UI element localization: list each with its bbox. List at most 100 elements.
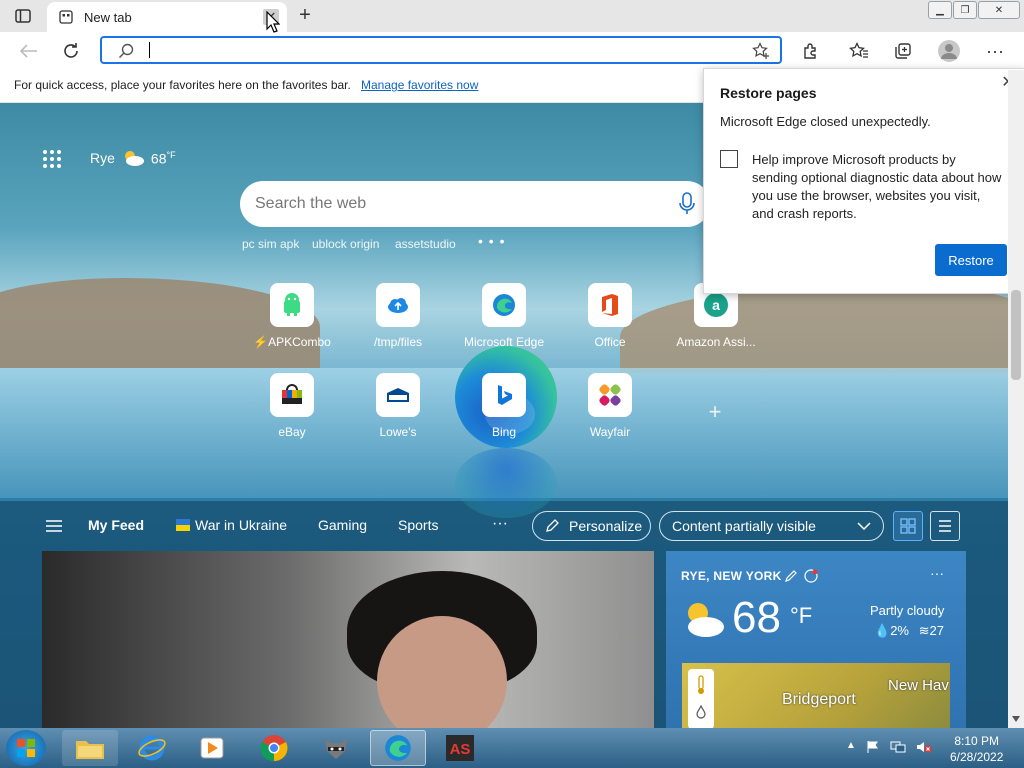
tab-war-in-ukraine[interactable]: War in Ukraine [176,517,287,533]
tile-label: ⚡APKCombo [253,335,331,349]
tab-actions-menu-button[interactable] [8,6,38,26]
taskbar: AS ▲ 8:10 PM 6/28/2022 [0,728,1024,768]
tab-new-tab[interactable]: New tab ✕ [47,2,287,32]
favorites-button[interactable] [846,38,872,64]
taskbar-explorer[interactable] [62,730,118,766]
weather-map[interactable]: Bridgeport New Hav [682,663,950,728]
restore-window-icon: ❐ [960,4,970,16]
puzzle-icon [804,43,816,59]
clock[interactable]: 8:10 PM 6/28/2022 [950,733,1003,765]
thermometer-icon [698,675,704,694]
add-favorite-star-icon[interactable] [752,42,770,60]
raccoon-icon [325,739,347,759]
taskbar-raccoon-app[interactable] [308,730,364,766]
droplet-icon [696,705,706,719]
tile-icon-box [482,373,526,417]
settings-and-more-button[interactable]: ··· [982,38,1008,64]
weather-card-unit: °F [790,603,813,628]
hamburger-menu-icon[interactable] [45,520,63,532]
list-view-button[interactable] [930,511,960,541]
personalize-button[interactable]: Personalize [532,511,651,541]
quick-link-tile[interactable]: Microsoft Edge [449,283,559,349]
taskbar-assetstudio[interactable]: AS [432,730,488,766]
apps-launcher-icon[interactable] [42,149,62,169]
show-hidden-icons-icon[interactable]: ▲ [846,740,856,751]
search-suggestion[interactable]: ublock origin [312,237,379,251]
quick-link-tile[interactable]: Lowe's [343,373,453,439]
tile-icon-box [270,373,314,417]
search-suggestion[interactable]: assetstudio [395,237,456,251]
windows-logo-icon [17,739,35,757]
tile-icon-box [376,283,420,327]
taskbar-chrome[interactable] [246,730,302,766]
quick-link-tile[interactable]: Office [555,283,665,349]
manage-favorites-link[interactable]: Manage favorites now [361,78,478,92]
back-button[interactable] [16,38,42,64]
extensions-button[interactable] [798,38,824,64]
collections-button[interactable] [890,38,916,64]
weather-card-more-button[interactable]: ··· [930,565,944,581]
start-button[interactable] [6,730,46,766]
action-center-flag-icon[interactable] [866,740,880,754]
close-window-button[interactable]: ✕ [978,1,1020,19]
tab-sports[interactable]: Sports [398,517,438,533]
feed-navigation: My Feed War in Ukraine Gaming Sports ···… [0,503,1008,547]
content-visibility-value: Content partially visible [672,518,816,534]
suggestions-more-button[interactable]: • • • [478,233,505,249]
content-visibility-dropdown[interactable]: Content partially visible [659,511,884,541]
volume-muted-icon[interactable] [916,740,932,754]
network-icon[interactable] [890,740,906,754]
clock-date: 6/28/2022 [950,750,1004,764]
dialog-title: Restore pages [720,85,817,101]
tile-label: Microsoft Edge [463,335,545,349]
search-suggestion[interactable]: pc sim apk [242,237,299,251]
ukraine-flag-icon [176,519,190,531]
partly-cloudy-icon [124,151,144,166]
microphone-icon[interactable] [678,192,696,216]
tab-label: War in Ukraine [195,517,288,533]
new-tab-button[interactable]: + [295,5,315,25]
title-bar: New tab ✕ + ▁ ❐ ✕ [0,0,1024,32]
tab-gaming[interactable]: Gaming [318,517,367,533]
quick-link-tile[interactable]: eBay [237,373,347,439]
tile-label: Wayfair [589,425,631,439]
quick-link-tile[interactable]: /tmp/files [343,283,453,349]
minimize-button[interactable]: ▁ [928,1,952,19]
weather-alert-icon[interactable] [804,569,818,583]
apkcombo-icon [284,293,300,316]
feed-more-button[interactable]: ··· [492,515,508,533]
address-bar[interactable] [100,36,782,64]
add-quick-link-button[interactable]: + [702,399,728,425]
profile-button[interactable] [936,38,962,64]
minimize-icon: ▁ [936,4,944,16]
taskbar-media-player[interactable] [184,730,240,766]
scrollbar-thumb[interactable] [1011,290,1021,380]
grid-view-button[interactable] [893,511,923,541]
lowes-icon [387,388,409,402]
map-layer-tool[interactable] [688,669,714,728]
quick-link-tile[interactable]: Bing [449,373,559,439]
scroll-down-arrow-icon[interactable] [1012,716,1020,722]
internet-explorer-icon [138,735,166,761]
restore-button[interactable]: Restore [935,244,1007,276]
news-card[interactable] [42,551,654,728]
refresh-button[interactable] [58,38,84,64]
weather-location: Rye [90,150,115,166]
chrome-icon [260,735,288,762]
web-search-box[interactable]: Search the web [240,181,710,227]
tile-icon-box [376,373,420,417]
refresh-icon [64,43,78,58]
page-scrollbar[interactable] [1008,70,1024,728]
tab-my-feed[interactable]: My Feed [88,517,144,533]
edit-location-icon[interactable] [785,569,798,582]
weather-card[interactable]: RYE, NEW YORK ··· 68 °F Partly cloudy 💧2… [666,551,966,728]
diagnostic-data-label[interactable]: Help improve Microsoft products by sendi… [752,151,1002,223]
quick-link-tile[interactable]: Wayfair [555,373,665,439]
restore-window-button[interactable]: ❐ [953,1,977,19]
quick-link-tile[interactable]: ⚡APKCombo [237,283,347,349]
partly-cloudy-icon [688,603,724,637]
taskbar-internet-explorer[interactable] [124,730,180,766]
diagnostic-data-checkbox[interactable] [720,150,738,168]
taskbar-edge[interactable] [370,730,426,766]
weather-chip[interactable]: Rye 68°F [90,149,176,167]
